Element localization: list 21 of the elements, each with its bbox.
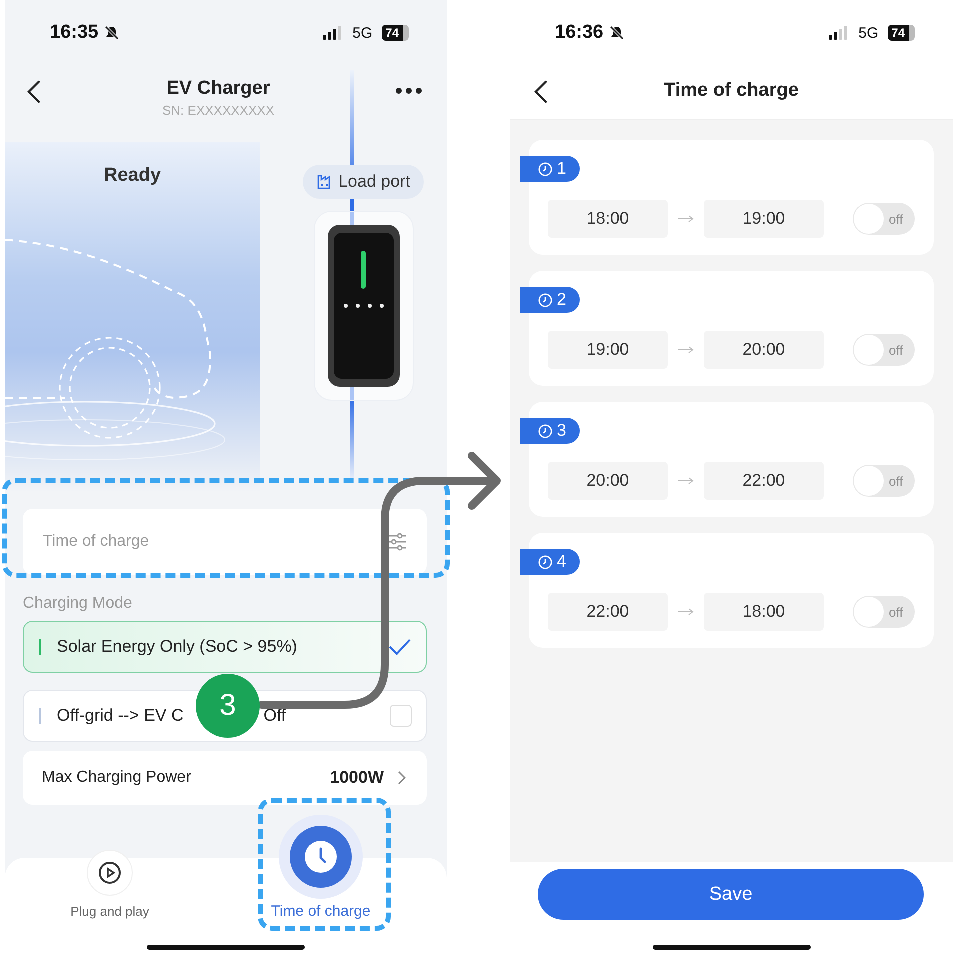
option-label: Off — [264, 706, 286, 726]
charger-status: Ready — [104, 165, 162, 188]
card-title: Time of charge — [43, 533, 150, 551]
network-label: 5G — [858, 24, 879, 42]
screen-title: Time of charge — [664, 80, 799, 102]
option-label: Solar Energy Only (SoC > 95%) — [57, 637, 298, 657]
slot-tag: 3 — [520, 418, 580, 444]
slot-tag: 1 — [520, 156, 580, 182]
screen-title: EV Charger — [166, 78, 270, 100]
power-value: 1000W — [330, 768, 384, 788]
section-title: Charging Mode — [23, 595, 134, 613]
option-label: Off-grid --> EV C — [57, 706, 184, 726]
battery-level: 74 — [888, 25, 915, 41]
slot-tag: 4 — [520, 549, 580, 575]
slot-tag: 2 — [520, 287, 580, 313]
battery-level: 74 — [382, 25, 409, 41]
status-time: 16:36 — [555, 22, 604, 44]
serial-number: SN: EXXXXXXXXX — [162, 103, 274, 118]
power-label: Max Charging Power — [42, 769, 192, 787]
network-label: 5G — [352, 24, 373, 42]
status-time: 16:35 — [50, 22, 99, 44]
